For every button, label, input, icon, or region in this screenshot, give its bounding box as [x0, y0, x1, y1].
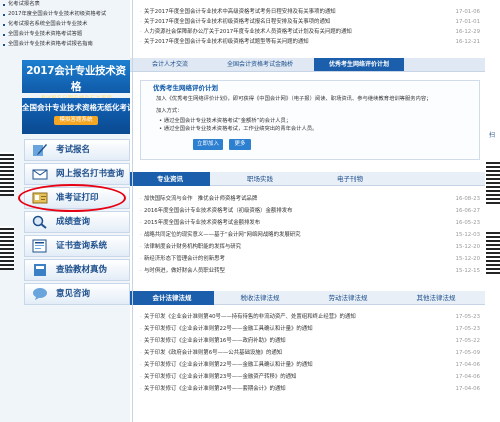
nav-feedback[interactable]: 意见咨询 — [24, 283, 130, 305]
tab-talent-exchange[interactable]: 会计人才交流 — [140, 58, 200, 71]
tab-finance-bridge[interactable]: 全国会计资格考试金融桥 — [210, 58, 310, 71]
news-item[interactable]: 关于印发修订《企业会计准则第24号——套期会计》的通知17-04-06 — [140, 385, 480, 394]
news-item[interactable]: 与时俱进，做好财会人员职业转型15-12-15 — [140, 267, 480, 276]
certificate-icon — [32, 239, 47, 253]
envelope-icon — [32, 169, 48, 180]
news-item[interactable]: 人力资源社会保障部办公厅关于2017年度专业技术人员资格考试计划及有关问题的通知… — [140, 28, 480, 37]
nav-label: 意见咨询 — [56, 289, 91, 299]
tab-accounting-law[interactable]: 会计法律法规 — [130, 291, 214, 305]
nav-online-registration[interactable]: 网上报名打书查询 — [24, 163, 130, 185]
news-item[interactable]: 关于印发《企业会计准则第40号——持有待售的非流动资产、处置组和终止经营》的通知… — [140, 313, 480, 322]
news-item[interactable]: 关于2017年度全国会计专业技术初级资格考试报名日程安排及有关事项的通知17-0… — [140, 18, 480, 27]
book-icon — [34, 264, 46, 276]
news-item[interactable]: 2016年度全国会计专业技术资格考试（初级资格）金额排发布16-06-27 — [140, 207, 480, 216]
news-item[interactable]: 新经济形态下管理会计的创新思考15-12-20 — [140, 255, 480, 264]
nav-label: 网上报名打书查询 — [56, 169, 125, 179]
qr-code-left — [0, 152, 14, 196]
tab-other-law[interactable]: 其他法律法规 — [394, 291, 478, 305]
pen-icon — [33, 144, 47, 156]
news-item[interactable]: 加快国际交流与合作 推优会计师资格考试品牌16-08-23 — [140, 195, 480, 204]
tab-labor-law[interactable]: 劳动法律法规 — [306, 291, 390, 305]
column-divider — [132, 0, 133, 422]
nav-textbook-verify[interactable]: 查验教材真伪 — [24, 259, 130, 281]
tab-tax-law[interactable]: 税收法律法规 — [218, 291, 302, 305]
news-item[interactable]: 关于印发修订《企业会计准则第23号——金融资产转移》的通知17-04-06 — [140, 373, 480, 382]
magnifier-icon — [32, 215, 47, 229]
news-item[interactable]: 关于2017年度全国会计专业技术中高级资格考试考务日程安排及有关事项的通知17-… — [140, 8, 480, 17]
banner-title: 全国会计专业技术资格无纸化考试 — [22, 103, 135, 112]
tab-professional-news[interactable]: 专业资讯 — [130, 172, 210, 186]
news-item[interactable]: 关于印发《政府会计准则第6号——公共基础设施》的通知17-05-09 — [140, 349, 480, 358]
nav-certificate-query[interactable]: 证书查询系统 — [24, 235, 130, 257]
tab-workplace-practice[interactable]: 职场实践 — [220, 172, 300, 186]
more-button[interactable]: 更多 — [229, 139, 251, 150]
exam-schedule-banner[interactable]: 2017会计专业技术资格 考试报名日程安排及有关事项 — [22, 60, 130, 102]
paperless-exam-banner[interactable]: 全国会计专业技术资格无纸化考试 模拟答题系统 — [22, 98, 135, 134]
tabbar-laws: 会计法律法规 税收法律法规 劳动法律法规 其他法律法规 — [130, 291, 485, 305]
news-item[interactable]: 2015年度全国会计专业技术资格考试金额排发布16-05-23 — [140, 219, 480, 228]
panel-text: • 通过全国会计专业技术资格考试“金额桥”的会计人员； — [159, 118, 292, 124]
panel-text: 加入《优秀考生网络评价计划》，即可获得《中国会计网》（电子报）阅读、职场资讯、参… — [156, 96, 432, 102]
tabbar-talent: 会计人才交流 全国会计资格考试金融桥 优秀考生网络评价计划 — [130, 58, 485, 72]
qr-code-right — [486, 230, 500, 274]
tabbar-news: 专业资讯 职场实践 电子刊物 — [130, 172, 485, 186]
news-item[interactable]: 关于2017年度全国会计专业技术初级资格考试题型等有关问题的通知16-12-21 — [140, 38, 480, 47]
news-item[interactable]: 战略共同定位的现实意义——基于“会计网”网络网战略的发展研究15-12-03 — [140, 231, 480, 240]
evaluation-panel: 优秀考生网络评价计划 加入《优秀考生网络评价计划》，即可获得《中国会计网》（电子… — [140, 80, 480, 160]
news-item[interactable]: 关于印发修订《企业会计准则第22号——金融工具确认和计量》的通知17-05-23 — [140, 325, 480, 334]
nav-label: 证书查询系统 — [56, 241, 108, 251]
tab-e-journal[interactable]: 电子刊物 — [310, 172, 390, 186]
left-link[interactable]: 化考试报名表 — [2, 0, 130, 9]
qr-code-left — [0, 226, 14, 270]
nav-label: 成绩查询 — [56, 217, 91, 227]
news-item[interactable]: 关于印发修订《企业会计准则第22号——金融工具确认和计量》的通知17-04-06 — [140, 361, 480, 370]
left-link[interactable]: 全国会计专业技术资格考试报名指南 — [2, 40, 130, 49]
left-link[interactable]: 2017年度全国会计专业技术初级资格考试 — [2, 10, 130, 19]
news-item[interactable]: 关于印发修订《企业会计准则第16号——政府补助》的通知17-05-22 — [140, 337, 480, 346]
join-button[interactable]: 立即加入 — [193, 139, 223, 150]
nav-label: 考试报名 — [56, 145, 91, 155]
left-link[interactable]: 全国会计专业技术资格考试答题 — [2, 30, 130, 39]
tab-excellent-candidate[interactable]: 优秀考生网络评价计划 — [314, 58, 404, 71]
nav-exam-registration[interactable]: 考试报名 — [24, 139, 130, 161]
qr-code-right — [486, 160, 500, 204]
chat-icon — [33, 288, 47, 300]
nav-score-query[interactable]: 成绩查询 — [24, 211, 130, 233]
banner-title: 2017会计专业技术资格 — [26, 65, 126, 93]
simulation-system-button[interactable]: 模拟答题系统 — [54, 116, 98, 125]
right-scan-label: 扫 — [489, 132, 496, 139]
panel-text: • 通过全国会计专业技术资格考试，工作业绩突出的青年会计人员。 — [159, 126, 318, 132]
highlight-circle — [18, 184, 126, 212]
nav-label: 查验教材真伪 — [56, 265, 108, 275]
news-item[interactable]: 法律制度会计财务机构职能的发挥与研究15-12-20 — [140, 243, 480, 252]
panel-text: 加入方式： — [156, 108, 183, 114]
left-link[interactable]: 化考试报名系统全国会计专业技术 — [2, 20, 130, 29]
panel-heading: 优秀考生网络评价计划 — [153, 84, 218, 92]
